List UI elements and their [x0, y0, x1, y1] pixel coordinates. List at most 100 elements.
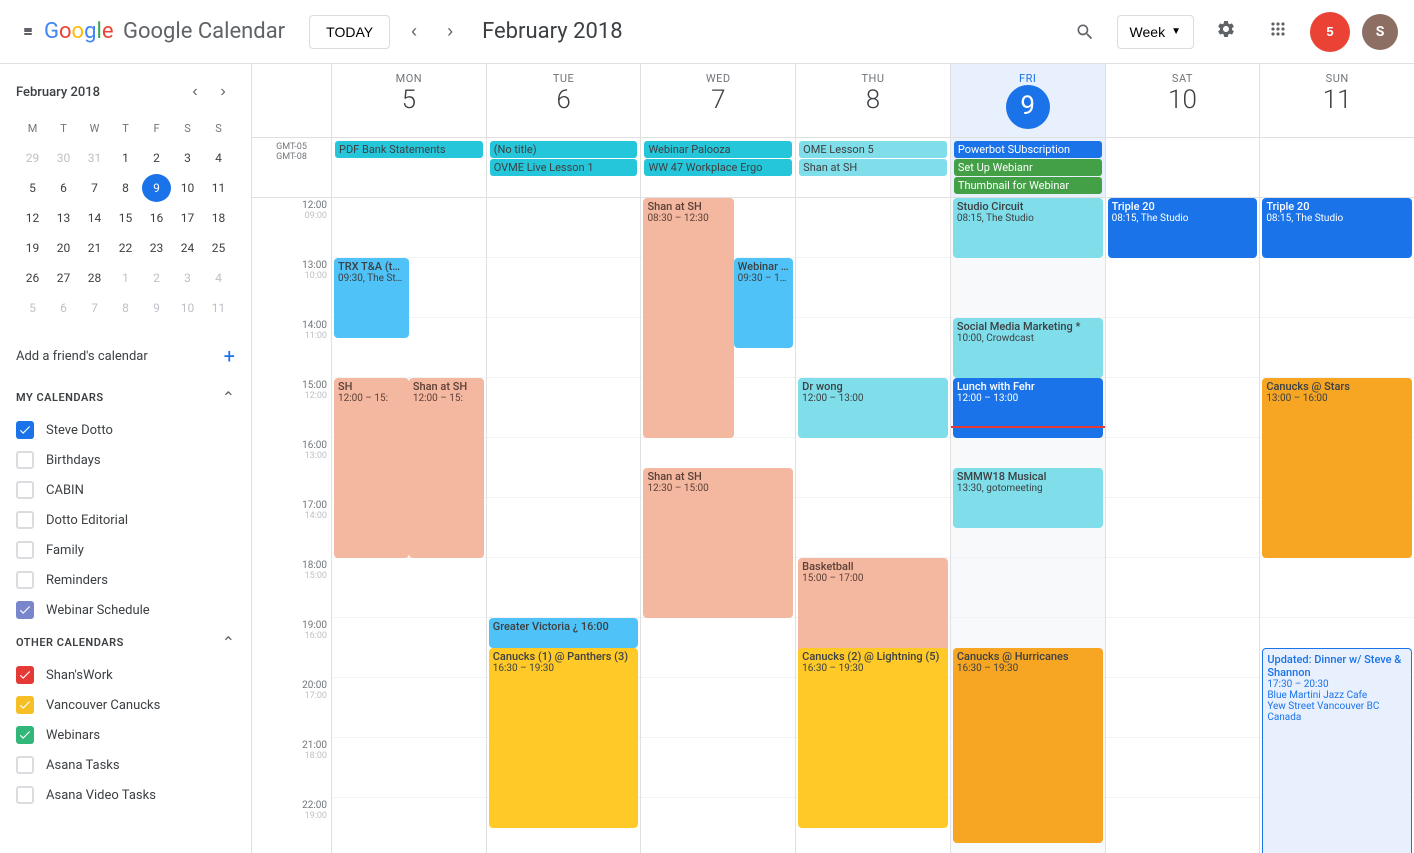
calendar-checkbox[interactable] — [16, 726, 34, 744]
event-greater-victoria[interactable]: Greater Victoria ¿ 16:00 — [489, 618, 639, 648]
event-smmw18[interactable]: SMMW18 Musical 13:30, gotomeeting — [953, 468, 1103, 528]
allday-event[interactable]: OME Lesson 5 — [799, 141, 947, 158]
mini-cal-day[interactable]: 5 — [18, 294, 47, 322]
mini-cal-day[interactable]: 14 — [80, 204, 109, 232]
mini-cal-day[interactable]: 8 — [111, 174, 140, 202]
mini-cal-next[interactable]: › — [211, 80, 235, 104]
sidebar-item-family[interactable]: Family — [0, 535, 251, 565]
calendar-checkbox[interactable] — [16, 421, 34, 439]
allday-event[interactable]: PDF Bank Statements — [335, 141, 483, 158]
mini-cal-day[interactable]: 7 — [80, 294, 109, 322]
mini-cal-day[interactable]: 7 — [80, 174, 109, 202]
mini-cal-day[interactable]: 29 — [18, 144, 47, 172]
mini-cal-day[interactable]: 13 — [49, 204, 78, 232]
event-dinner-steve-shannon[interactable]: Updated: Dinner w/ Steve & Shannon 17:30… — [1262, 648, 1412, 853]
other-calendars-section[interactable]: Other calendars ⌃ — [0, 625, 251, 660]
calendar-checkbox[interactable] — [16, 756, 34, 774]
mini-cal-day[interactable]: 23 — [142, 234, 171, 262]
event-canucks-hurricanes[interactable]: Canucks @ Hurricanes 16:30 – 19:30 — [953, 648, 1103, 843]
mini-cal-day[interactable]: 28 — [80, 264, 109, 292]
mini-cal-day[interactable]: 1 — [111, 264, 140, 292]
mini-cal-day[interactable]: 22 — [111, 234, 140, 262]
mini-cal-day[interactable]: 30 — [49, 144, 78, 172]
event-canucks-panthers[interactable]: Canucks (1) @ Panthers (3) 16:30 – 19:30 — [489, 648, 639, 828]
mini-cal-day[interactable]: 31 — [80, 144, 109, 172]
mini-cal-day[interactable]: 17 — [173, 204, 202, 232]
mini-cal-day[interactable]: 12 — [18, 204, 47, 232]
sidebar-item-webinar-schedule[interactable]: Webinar Schedule — [0, 595, 251, 625]
mini-cal-day[interactable]: 21 — [80, 234, 109, 262]
next-button[interactable]: › — [434, 16, 466, 48]
mini-cal-day[interactable]: 9 — [142, 174, 171, 202]
allday-event[interactable]: Set Up Webianr — [954, 159, 1102, 176]
mini-cal-day[interactable]: 11 — [204, 294, 233, 322]
event-trx[interactable]: TRX T&A (toned & aweso 09:30, The Studio — [334, 258, 409, 338]
notifications-button[interactable]: 5 — [1310, 12, 1350, 52]
sidebar-item-cabin[interactable]: CABIN — [0, 475, 251, 505]
event-triple20-sat[interactable]: Triple 20 08:15, The Studio — [1108, 198, 1258, 258]
calendar-checkbox[interactable] — [16, 696, 34, 714]
add-friends-calendar[interactable]: Add a friend's calendar + — [0, 332, 251, 380]
mini-cal-day[interactable]: 10 — [173, 294, 202, 322]
calendar-checkbox[interactable] — [16, 786, 34, 804]
sidebar-item-dotto-editorial[interactable]: Dotto Editorial — [0, 505, 251, 535]
event-shan-sh-mon[interactable]: Shan at SH 12:00 – 15: — [409, 378, 484, 558]
mini-cal-day[interactable]: 10 — [173, 174, 202, 202]
allday-event[interactable]: (No title) — [490, 141, 638, 158]
calendar-checkbox[interactable] — [16, 511, 34, 529]
event-shan-sh-wed-pm[interactable]: Shan at SH 12:30 – 15:00 — [643, 468, 793, 618]
event-canucks-stars[interactable]: Canucks @ Stars 13:00 – 16:00 — [1262, 378, 1412, 558]
mini-cal-day[interactable]: 25 — [204, 234, 233, 262]
sidebar-item-webinars[interactable]: Webinars — [0, 720, 251, 750]
mini-cal-day[interactable]: 2 — [142, 144, 171, 172]
mini-cal-day[interactable]: 2 — [142, 264, 171, 292]
mini-cal-day[interactable]: 1 — [111, 144, 140, 172]
calendar-checkbox[interactable] — [16, 541, 34, 559]
mini-cal-day[interactable]: 15 — [111, 204, 140, 232]
sidebar-item-birthdays[interactable]: Birthdays — [0, 445, 251, 475]
allday-event[interactable]: OVME Live Lesson 1 — [490, 159, 638, 176]
sidebar-item-asana-video-tasks[interactable]: Asana Video Tasks — [0, 780, 251, 810]
mini-cal-day[interactable]: 3 — [173, 144, 202, 172]
allday-event[interactable]: Powerbot SUbscription — [954, 141, 1102, 158]
calendar-checkbox[interactable] — [16, 601, 34, 619]
mini-cal-day[interactable]: 3 — [173, 264, 202, 292]
sidebar-item-vancouver-canucks[interactable]: Vancouver Canucks — [0, 690, 251, 720]
allday-event[interactable]: Webinar Palooza — [644, 141, 792, 158]
mini-cal-day[interactable]: 16 — [142, 204, 171, 232]
prev-button[interactable]: ‹ — [398, 16, 430, 48]
mini-cal-day[interactable]: 27 — [49, 264, 78, 292]
mini-cal-day[interactable]: 24 — [173, 234, 202, 262]
settings-button[interactable] — [1206, 12, 1246, 52]
mini-cal-day[interactable]: 11 — [204, 174, 233, 202]
mini-cal-day[interactable]: 8 — [111, 294, 140, 322]
allday-event[interactable]: Shan at SH — [799, 159, 947, 176]
search-button[interactable] — [1065, 12, 1105, 52]
event-sh-mon1[interactable]: SH 12:00 – 15: — [334, 378, 409, 558]
mini-cal-day[interactable]: 18 — [204, 204, 233, 232]
calendar-checkbox[interactable] — [16, 451, 34, 469]
event-shan-sh-wed-am[interactable]: Shan at SH 08:30 – 12:30 — [643, 198, 733, 438]
event-triple20-sun[interactable]: Triple 20 08:15, The Studio — [1262, 198, 1412, 258]
my-calendars-section[interactable]: My calendars ⌃ — [0, 380, 251, 415]
mini-cal-day[interactable]: 20 — [49, 234, 78, 262]
mini-cal-day[interactable]: 26 — [18, 264, 47, 292]
today-button[interactable]: TODAY — [309, 15, 390, 49]
sidebar-item-shan'swork[interactable]: Shan'sWork — [0, 660, 251, 690]
event-webinar-wednesday[interactable]: Webinar Wednesday 09:30 – 11:00 — [734, 258, 794, 348]
avatar[interactable]: S — [1362, 14, 1398, 50]
sidebar-item-steve-dotto[interactable]: Steve Dotto — [0, 415, 251, 445]
mini-cal-day[interactable]: 19 — [18, 234, 47, 262]
mini-cal-day[interactable]: 4 — [204, 144, 233, 172]
week-view-selector[interactable]: Week ▼ — [1117, 15, 1194, 49]
mini-cal-day[interactable]: 4 — [204, 264, 233, 292]
allday-event[interactable]: WW 47 Workplace Ergo — [644, 159, 792, 176]
menu-button[interactable] — [16, 20, 40, 44]
mini-cal-day[interactable]: 6 — [49, 174, 78, 202]
mini-cal-day[interactable]: 9 — [142, 294, 171, 322]
event-social-media[interactable]: Social Media Marketing * 10:00, Crowdcas… — [953, 318, 1103, 378]
calendar-checkbox[interactable] — [16, 666, 34, 684]
sidebar-item-reminders[interactable]: Reminders — [0, 565, 251, 595]
mini-cal-prev[interactable]: ‹ — [183, 80, 207, 104]
event-studio-circuit[interactable]: Studio Circuit 08:15, The Studio — [953, 198, 1103, 258]
